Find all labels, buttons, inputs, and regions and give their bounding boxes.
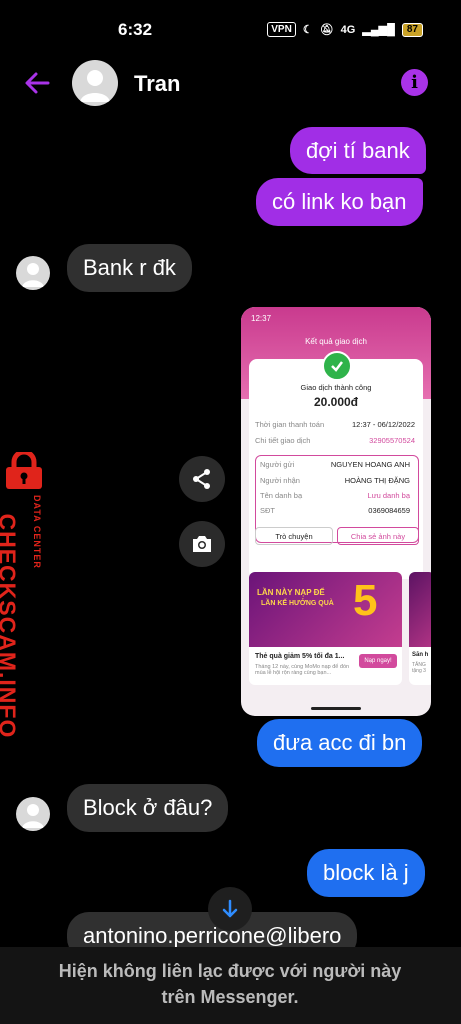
mute-icon: 🔕︎ [319,24,334,36]
vpn-badge: VPN [267,22,296,37]
message-bubble-incoming[interactable]: Bank r đk [67,244,192,292]
detail-row: Tên danh bạ Lưu danh bạ [260,491,410,500]
success-check-icon [322,351,352,381]
promo2-title: Săn h [412,652,429,658]
promo-number: 5 [353,576,378,625]
camera-button[interactable] [179,521,225,567]
promo-headline: LẦN NÀY NẠP ĐỂ [257,588,325,597]
image-time: 12:37 [251,314,272,323]
detail-row: Thời gian thanh toán 12:37 - 06/12/2022 [255,420,415,429]
detail-row: Chi tiết giao dịch 32905570524 [255,436,415,445]
status-icons: VPN ☾ 🔕︎ 4G ▂▄▆█ 87 [267,22,423,37]
promo-title: Thẻ quà giảm 5% tối đa 1... [255,653,345,660]
moon-icon: ☾ [302,24,313,36]
sender-avatar[interactable] [16,797,50,831]
transaction-status: Giao dịch thành công [300,383,372,392]
message-bubble-outgoing[interactable]: block là j [307,849,425,897]
detail-row: SĐT 0369084659 [260,506,410,515]
promo-subheadline: LẦN KẾ HƯỞNG QUÀ [261,600,334,607]
signal-icon: ▂▄▆█ [362,24,395,36]
user-silhouette-icon [80,70,110,102]
arrow-down-icon [222,899,238,918]
shared-image[interactable]: 12:37 Kết quả giao dịch Giao dịch thành … [241,307,431,716]
battery-indicator: 87 [401,22,423,37]
message-bubble-outgoing[interactable]: đưa acc đi bn [257,719,423,767]
message-bubble-outgoing[interactable]: có link ko bạn [256,178,423,226]
info-icon[interactable]: i [401,69,428,96]
image-screen-title: Kết quả giao dịch [305,337,367,346]
back-arrow-icon[interactable] [22,68,52,98]
chat-button: Trò chuyện [255,527,333,545]
status-time: 6:32 [118,20,153,39]
notice-line-2: trên Messenger. [161,987,299,1007]
share-image-button: Chia sẻ ảnh này [337,527,419,545]
share-button[interactable] [179,456,225,502]
sender-avatar[interactable] [16,256,50,290]
scroll-to-bottom-button[interactable] [208,887,252,931]
lock-icon [6,452,42,489]
message-bubble-incoming[interactable]: Block ở đâu? [67,784,229,832]
promo-banner-secondary [409,572,431,647]
detail-row: Người nhận HOÀNG THỊ ĐẶNG [260,476,410,485]
contact-avatar[interactable] [72,60,118,106]
promo-cta-button: Nạp ngay! [359,654,397,668]
watermark-brand: CHECKSCAM.INFO [0,513,21,739]
network-label: 4G [340,23,356,36]
watermark-tag: DATA CENTER [32,495,42,569]
home-indicator [311,707,361,710]
checkscam-watermark: CHECKSCAM.INFO DATA CENTER [0,450,52,739]
contact-name[interactable]: Tran [134,71,180,97]
unavailable-notice: Hiện không liên lạc được với người này t… [30,958,430,1010]
share-icon [193,469,210,489]
promo2-description: TĂNG tặng 3 [412,662,426,674]
user-silhouette-icon [22,804,44,828]
message-bubble-outgoing[interactable]: đợi tí bank [290,127,426,174]
promo-description: Tháng 12 này, cùng MoMo nạp để đón mùa l… [255,664,350,676]
transaction-amount: 20.000đ [313,395,359,409]
promo-banner: LẦN NÀY NẠP ĐỂ LẦN KẾ HƯỞNG QUÀ 5 [249,572,402,647]
detail-row: Người gửi NGUYEN HOANG ANH [260,460,410,469]
notice-line-1: Hiện không liên lạc được với người này [58,961,402,981]
promo-card-secondary: Săn h TĂNG tặng 3 [409,572,431,685]
camera-icon [193,536,211,552]
promo-card: LẦN NÀY NẠP ĐỂ LẦN KẾ HƯỞNG QUÀ 5 Thẻ qu… [249,572,402,685]
user-silhouette-icon [22,263,44,287]
